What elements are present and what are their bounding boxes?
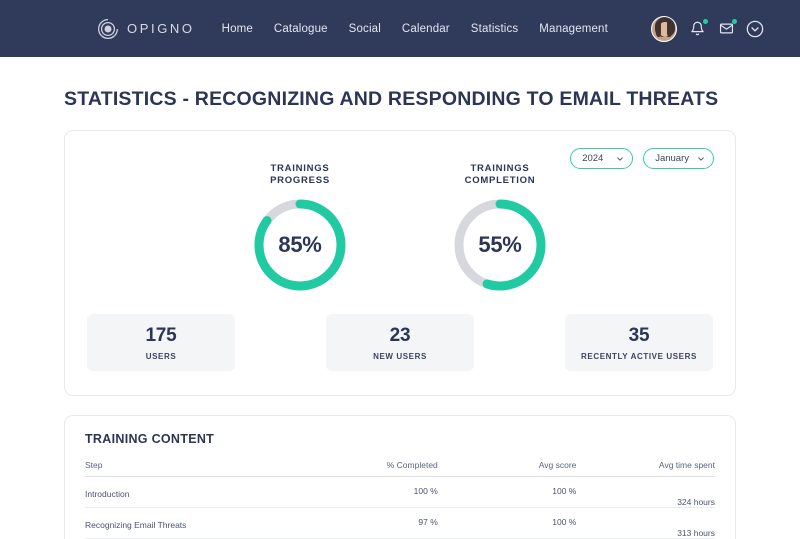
cell-avg-score: 100 % [437,476,577,508]
user-avatar[interactable] [651,15,677,42]
metric-value: 175 [145,324,177,346]
opigno-spiral-logo-icon [97,18,119,40]
nav-right-actions [651,0,764,57]
column-header-avg-time: Avg time spent [576,460,715,477]
cell-avg-time: 313 hours [576,507,715,539]
cell-avg-time: 324 hours [576,476,715,508]
avatar-hair-left [655,20,661,37]
cell-completed: 97 % [292,507,438,539]
month-select-value: January [655,153,689,164]
cell-step: Introduction [85,476,293,508]
notifications-badge [703,18,708,24]
trainings-progress-chart: TRAININGS PROGRESS 85% [254,163,346,291]
bell-icon [690,21,704,36]
table-row[interactable]: Recognizing Email Threats 97 % 100 % 313… [85,507,715,539]
year-select[interactable]: 2024 [570,148,634,169]
nav-item-social[interactable]: Social [349,23,381,35]
account-menu-button[interactable] [746,20,764,38]
envelope-icon [719,23,733,34]
chevron-down-icon [698,156,704,161]
metric-users: 175 USERS [87,314,235,371]
trainings-completion-label: TRAININGS COMPLETION [465,163,536,187]
nav-item-home[interactable]: Home [222,23,253,35]
brand-logo[interactable]: OPIGNO [97,18,195,40]
chevron-down-icon [617,156,623,161]
label-line-1: TRAININGS [470,163,530,174]
label-line-2: PROGRESS [270,175,330,186]
label-line-1: TRAININGS [270,163,330,174]
metric-value: 23 [389,324,411,346]
top-navbar: OPIGNO Home Catalogue Social Calendar St… [0,0,800,57]
training-content-title: TRAINING CONTENT [85,432,215,446]
month-select[interactable]: January [643,148,714,169]
nav-item-catalogue[interactable]: Catalogue [274,23,328,35]
brand-name: OPIGNO [127,21,195,36]
trainings-completion-value: 55% [478,232,522,257]
trainings-progress-value: 85% [278,232,322,257]
notifications-button[interactable] [688,18,708,38]
metric-label: USERS [145,351,177,361]
year-select-value: 2024 [582,153,604,164]
trainings-completion-donut: 55% [454,199,546,291]
metric-label: RECENTLY ACTIVE USERS [581,351,697,361]
cell-value: 100 % [552,517,577,527]
chevron-down-circle-icon [746,20,764,37]
column-header-avg-score: Avg score [437,460,577,477]
table-header-row: Step % Completed Avg score Avg time spen… [85,460,715,477]
period-filters: 2024 January [570,148,714,169]
nav-item-statistics[interactable]: Statistics [471,23,519,35]
cell-completed: 100 % [292,476,438,508]
training-content-table: Step % Completed Avg score Avg time spen… [85,460,715,539]
donut-charts: TRAININGS PROGRESS 85% TRAININGS COMPLET… [87,163,713,291]
label-line-2: COMPLETION [464,175,536,186]
column-header-step: Step [85,460,293,477]
metric-new-users: 23 NEW USERS [326,314,474,371]
trainings-progress-donut: 85% [254,199,346,291]
page-body: STATISTICS - RECOGNIZING AND RESPONDING … [0,88,800,539]
messages-button[interactable] [717,18,737,38]
table-row[interactable]: Introduction 100 % 100 % 324 hours [85,476,715,508]
cell-value: 100 % [413,486,438,496]
metric-boxes: 175 USERS 23 NEW USERS 35 RECENTLY ACTIV… [87,314,713,371]
trainings-completion-chart: TRAININGS COMPLETION 55% [454,163,546,291]
metric-value: 35 [628,324,650,346]
nav-item-management[interactable]: Management [539,23,608,35]
training-content-card: TRAINING CONTENT Step % Completed Avg sc… [64,415,736,539]
nav-links: Home Catalogue Social Calendar Statistic… [222,23,608,35]
nav-item-calendar[interactable]: Calendar [402,23,450,35]
messages-badge [732,18,737,24]
metric-recently-active-users: 35 RECENTLY ACTIVE USERS [565,314,713,371]
page-title: STATISTICS - RECOGNIZING AND RESPONDING … [64,88,719,110]
cell-avg-score: 100 % [437,507,577,539]
column-header-completed: % Completed [292,460,438,477]
cell-value: 100 % [552,486,577,496]
cell-step: Recognizing Email Threats [85,507,293,539]
trainings-progress-label: TRAININGS PROGRESS [270,163,330,187]
statistics-card: 2024 January TRAININGS PROGRESS 85% TRAI… [64,130,736,396]
cell-value: 97 % [418,517,438,527]
metric-label: NEW USERS [373,351,427,361]
